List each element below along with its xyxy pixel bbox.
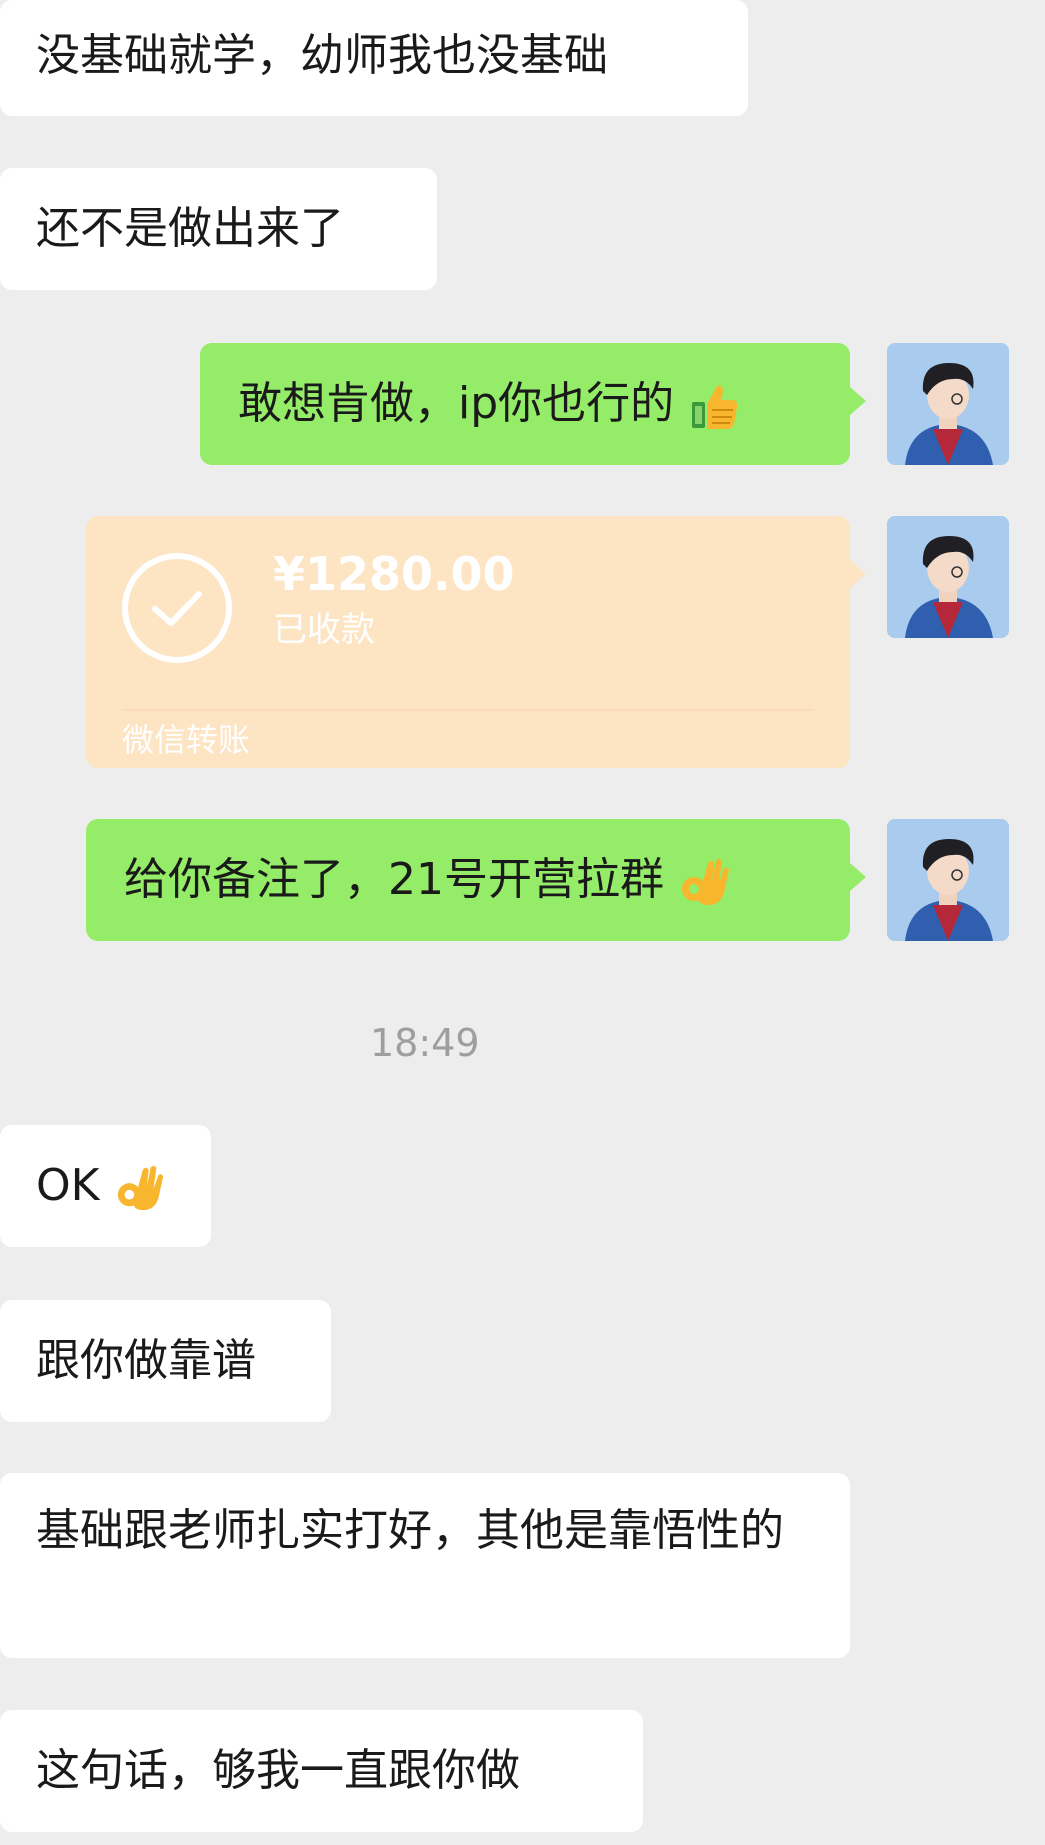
message-text: 给你备注了，21号开营拉群 [124,854,664,905]
message-text: 敢想肯做，ip你也行的 [238,378,675,429]
transfer-amount: ¥1280.00 [273,547,515,601]
message-bubble-incoming[interactable]: 基础跟老师扎实打好，其他是靠悟性的 [0,1473,850,1658]
divider [122,709,814,711]
message-bubble-incoming[interactable]: OK [0,1125,211,1247]
transfer-footer-label: 微信转账 [122,721,251,759]
message-bubble-incoming[interactable]: 跟你做靠谱 [0,1300,331,1422]
check-circle-icon [122,553,232,663]
user-avatar[interactable] [887,819,1009,941]
thumbs-up-icon [692,385,738,429]
avatar-illustration [887,343,1009,465]
message-text: 跟你做靠谱 [36,1335,256,1386]
message-bubble-incoming[interactable]: 这句话，够我一直跟你做 [0,1710,643,1832]
transfer-card[interactable]: ¥1280.00 已收款 微信转账 [86,516,866,768]
avatar-illustration [887,819,1009,941]
user-avatar[interactable] [887,343,1009,465]
message-text: 还不是做出来了 [36,203,344,254]
message-bubble-incoming[interactable]: 没基础就学，幼师我也没基础 [0,0,748,116]
message-bubble-incoming[interactable]: 还不是做出来了 [0,168,437,290]
message-text: 基础跟老师扎实打好，其他是靠悟性的 [36,1505,784,1556]
message-text: 这句话，够我一直跟你做 [36,1745,520,1796]
ok-hand-icon [117,1165,163,1211]
message-text: 没基础就学，幼师我也没基础 [36,30,608,81]
message-timestamp: 18:49 [370,1021,480,1065]
message-text: OK [36,1160,100,1211]
message-bubble-outgoing[interactable]: 敢想肯做，ip你也行的 [200,343,866,465]
ok-hand-icon [682,859,729,905]
transfer-status: 已收款 [273,610,375,650]
avatar-illustration [887,516,1009,638]
user-avatar[interactable] [887,516,1009,638]
message-bubble-outgoing[interactable]: 给你备注了，21号开营拉群 [86,819,866,941]
